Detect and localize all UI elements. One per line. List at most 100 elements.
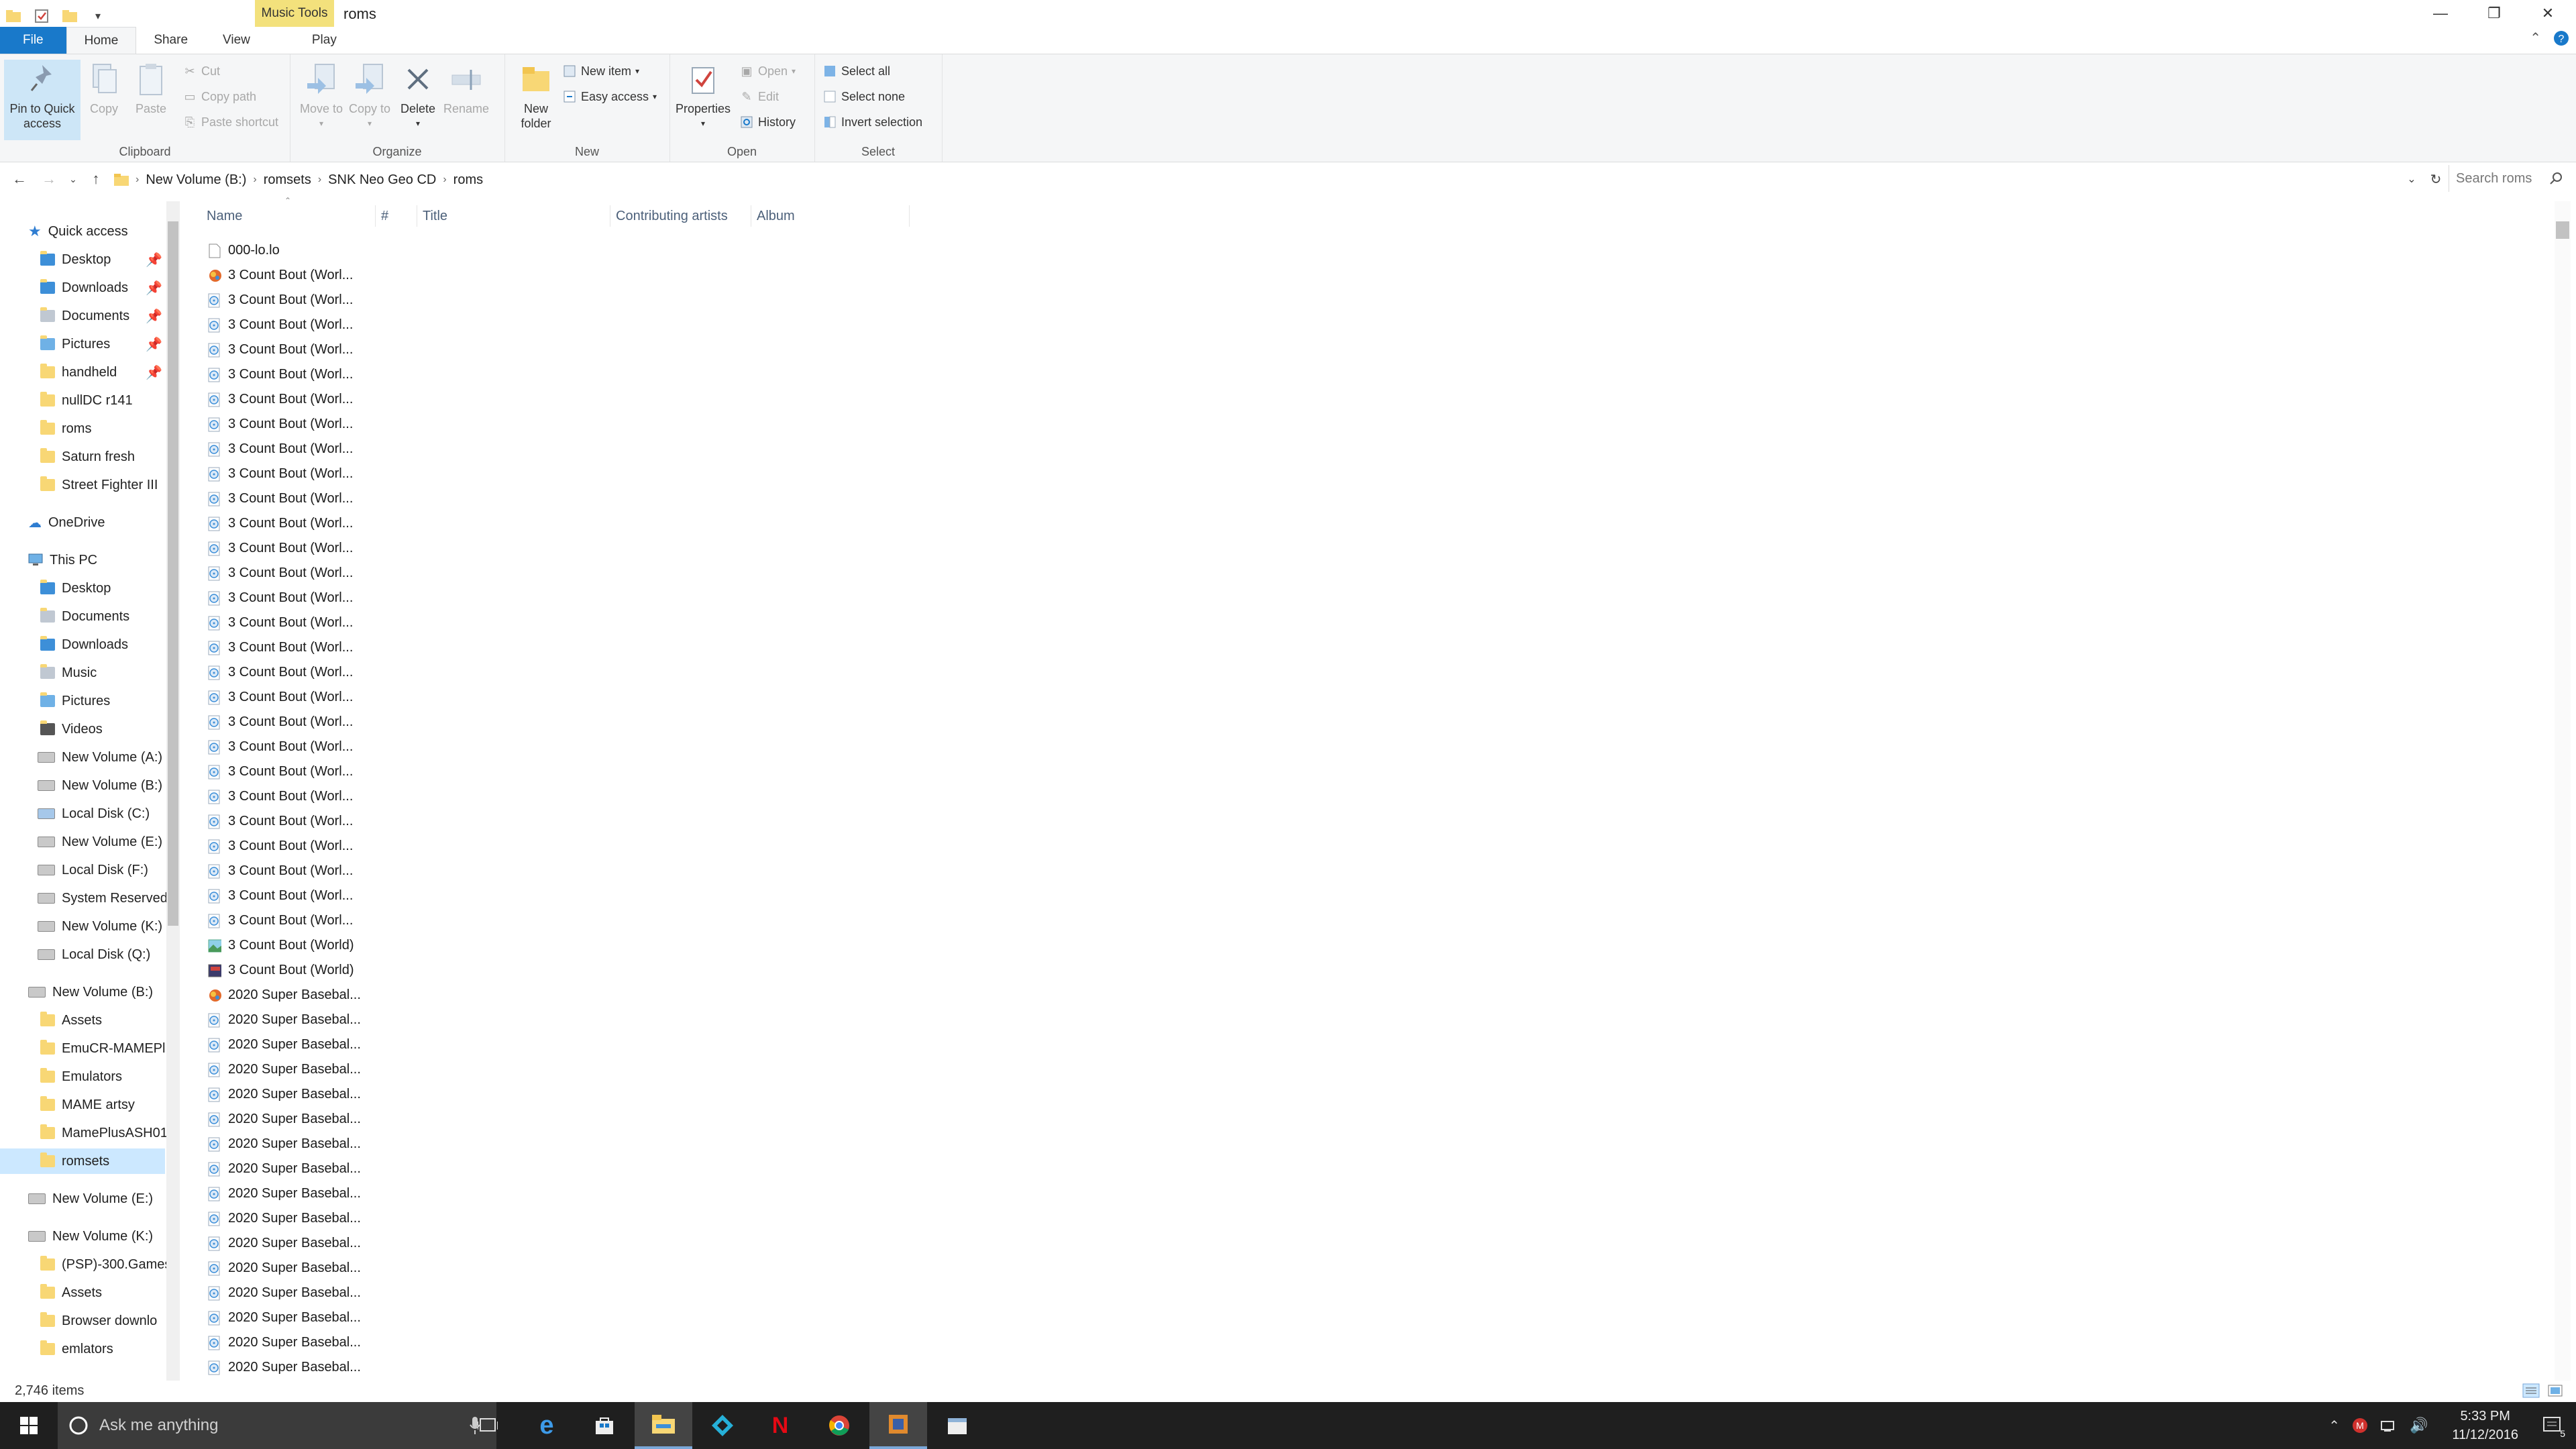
nav-volume-b[interactable]: New Volume (B:)	[28, 979, 153, 1005]
nav-item-street-fighter[interactable]: Street Fighter III	[40, 472, 158, 498]
file-row[interactable]: 3 Count Bout (Worl...	[208, 908, 476, 933]
file-row[interactable]: 3 Count Bout (Worl...	[208, 759, 476, 784]
file-row[interactable]: 3 Count Bout (Worl...	[208, 610, 476, 635]
file-explorer-button[interactable]	[635, 1402, 692, 1449]
move-to-button[interactable]: Move to ▾	[298, 60, 345, 131]
file-list-scrollbar-thumb[interactable]	[2556, 221, 2569, 239]
address-dropdown-icon[interactable]: ⌄	[2402, 169, 2422, 189]
tray-app-icon[interactable]: M	[2352, 1417, 2368, 1434]
nav-item-documents[interactable]: Documents 📌	[40, 303, 162, 329]
edge-button[interactable]: e	[518, 1402, 576, 1449]
select-none-button[interactable]: Select none	[822, 87, 905, 107]
up-arrow-icon[interactable]: ↑	[86, 169, 106, 189]
task-view-button[interactable]	[459, 1402, 517, 1449]
file-row[interactable]: 2020 Super Basebal...	[208, 1008, 476, 1032]
nav-item-roms[interactable]: roms	[40, 416, 91, 441]
help-icon[interactable]: ?	[2553, 30, 2569, 46]
nav-this-pc[interactable]: This PC	[28, 547, 97, 573]
tab-home[interactable]: Home	[66, 27, 137, 54]
select-all-button[interactable]: Select all	[822, 61, 890, 81]
delete-button[interactable]: Delete ▾	[394, 60, 441, 131]
file-row[interactable]: 2020 Super Basebal...	[208, 1157, 476, 1181]
file-row[interactable]: 3 Count Bout (Worl...	[208, 710, 476, 735]
file-row[interactable]: 000-lo.lo	[208, 238, 476, 263]
copy-path-button[interactable]: ▭ Copy path	[182, 87, 256, 107]
nav-pc-disk-f[interactable]: Local Disk (F:)	[38, 857, 148, 883]
file-row[interactable]: 3 Count Bout (Worl...	[208, 362, 476, 387]
file-row[interactable]: 3 Count Bout (Worl...	[208, 462, 476, 486]
kodi-button[interactable]	[694, 1402, 751, 1449]
properties-button[interactable]: Properties ▾	[675, 60, 731, 131]
file-row[interactable]: 3 Count Bout (Worl...	[208, 288, 476, 313]
tab-share[interactable]: Share	[136, 27, 205, 54]
nav-pc-volume-e[interactable]: New Volume (E:)	[38, 829, 162, 855]
nav-item-pictures[interactable]: Pictures 📌	[40, 331, 162, 357]
file-row[interactable]: 2020 Super Basebal...	[208, 1132, 476, 1157]
emulator-app-button[interactable]	[869, 1402, 927, 1449]
history-button[interactable]: History	[739, 112, 796, 132]
column-contributing-artists[interactable]: Contributing artists	[610, 205, 751, 227]
chevron-right-icon[interactable]: ›	[443, 174, 446, 186]
nav-folder-assets-k[interactable]: Assets	[40, 1280, 102, 1305]
nav-pc-disk-q[interactable]: Local Disk (Q:)	[38, 942, 150, 967]
copy-button[interactable]: Copy	[80, 60, 127, 116]
file-row[interactable]: 2020 Super Basebal...	[208, 1057, 476, 1082]
start-button[interactable]	[0, 1402, 58, 1449]
column-title[interactable]: Title	[417, 205, 610, 227]
show-hidden-icons-chevron-icon[interactable]: ⌃	[2328, 1417, 2340, 1434]
close-button[interactable]: ✕	[2521, 0, 2575, 27]
nav-pc-volume-a[interactable]: New Volume (A:)	[38, 745, 162, 770]
nav-pc-volume-k[interactable]: New Volume (K:)	[38, 914, 162, 939]
nav-scrollbar-thumb[interactable]	[168, 221, 178, 926]
nav-folder-psp[interactable]: (PSP)-300.Games	[40, 1252, 171, 1277]
file-row[interactable]: 3 Count Bout (Worl...	[208, 586, 476, 610]
nav-folder-emulators[interactable]: Emulators	[40, 1064, 122, 1089]
file-row[interactable]: 3 Count Bout (Worl...	[208, 387, 476, 412]
file-row[interactable]: 2020 Super Basebal...	[208, 1082, 476, 1107]
file-row[interactable]: 3 Count Bout (Worl...	[208, 486, 476, 511]
nav-pc-disk-c[interactable]: Local Disk (C:)	[38, 801, 150, 826]
collapse-ribbon-icon[interactable]: ⌃	[2530, 30, 2541, 46]
nav-pc-music[interactable]: Music	[40, 660, 97, 686]
breadcrumb-item[interactable]: romsets	[264, 172, 311, 188]
tab-play[interactable]: Play	[294, 27, 354, 54]
chevron-down-icon[interactable]: ▾	[89, 7, 107, 25]
paste-button[interactable]: Paste	[127, 60, 174, 116]
copy-to-button[interactable]: Copy to ▾	[346, 60, 393, 131]
file-row[interactable]: 3 Count Bout (Worl...	[208, 337, 476, 362]
file-row[interactable]: 2020 Super Basebal...	[208, 1181, 476, 1206]
network-icon[interactable]	[2380, 1419, 2398, 1432]
tab-view[interactable]: View	[205, 27, 268, 54]
file-row[interactable]: 2020 Super Basebal...	[208, 1305, 476, 1330]
file-row[interactable]: 3 Count Bout (Worl...	[208, 784, 476, 809]
file-list-scrollbar[interactable]	[2555, 201, 2571, 1381]
open-button[interactable]: ▣ Open ▾	[739, 61, 796, 81]
file-row[interactable]: 3 Count Bout (Worl...	[208, 536, 476, 561]
nav-pc-volume-b[interactable]: New Volume (B:)	[38, 773, 162, 798]
file-row[interactable]: 3 Count Bout (World)	[208, 933, 476, 958]
file-row[interactable]: 3 Count Bout (Worl...	[208, 809, 476, 834]
tab-file[interactable]: File	[0, 27, 66, 54]
recent-locations-chevron-icon[interactable]: ⌄	[63, 169, 83, 189]
file-row[interactable]: 3 Count Bout (Worl...	[208, 834, 476, 859]
invert-selection-button[interactable]: Invert selection	[822, 112, 922, 132]
nav-pc-videos[interactable]: Videos	[40, 716, 103, 742]
breadcrumb-item[interactable]: roms	[453, 172, 483, 188]
chevron-right-icon[interactable]: ›	[253, 174, 256, 186]
nav-pc-documents[interactable]: Documents	[40, 604, 129, 629]
file-row[interactable]: 3 Count Bout (Worl...	[208, 511, 476, 536]
action-center-icon[interactable]: 5	[2542, 1416, 2565, 1439]
file-row[interactable]: 3 Count Bout (Worl...	[208, 859, 476, 883]
details-view-icon[interactable]	[2522, 1383, 2540, 1398]
nav-volume-k[interactable]: New Volume (K:)	[28, 1224, 153, 1249]
back-arrow-icon[interactable]: ←	[9, 169, 30, 189]
properties-check-icon[interactable]	[32, 7, 51, 25]
minimize-button[interactable]: —	[2414, 0, 2467, 27]
nav-volume-e[interactable]: New Volume (E:)	[28, 1186, 153, 1212]
large-icons-view-icon[interactable]	[2546, 1383, 2564, 1398]
nav-folder-browser-downloads[interactable]: Browser downlo	[40, 1308, 157, 1334]
file-row[interactable]: 3 Count Bout (Worl...	[208, 561, 476, 586]
new-folder-button[interactable]: New folder	[513, 60, 559, 131]
restore-button[interactable]: ❐	[2467, 0, 2521, 27]
file-row[interactable]: 3 Count Bout (Worl...	[208, 313, 476, 337]
